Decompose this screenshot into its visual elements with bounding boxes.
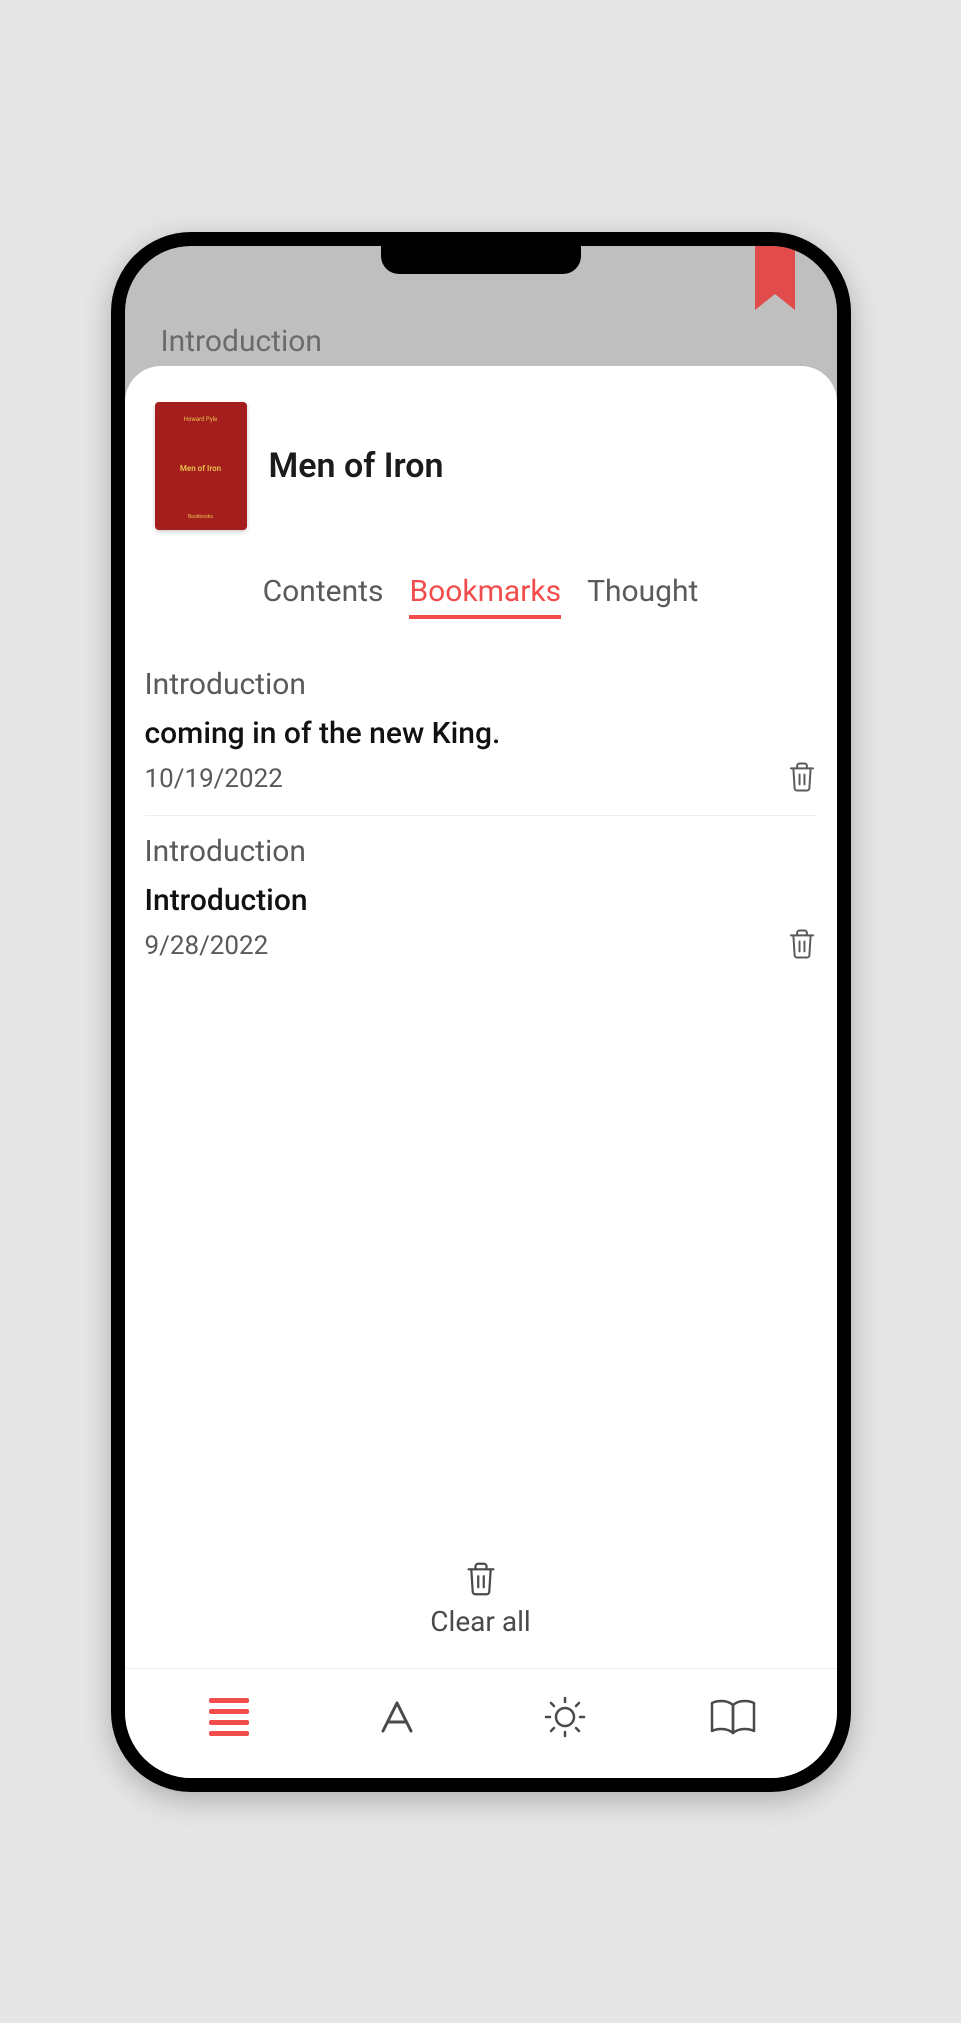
delete-bookmark-button[interactable] (787, 761, 817, 797)
toolbar-brightness-button[interactable] (538, 1690, 592, 1744)
bookmark-ribbon-icon[interactable] (753, 246, 797, 316)
bookmark-list[interactable]: Introduction coming in of the new King. … (125, 649, 837, 1541)
sun-icon (542, 1694, 588, 1740)
phone-frame: Introduction Howard Pyle Men of Iron Boo… (111, 232, 851, 1792)
toolbar-font-button[interactable] (370, 1690, 424, 1744)
open-book-icon (708, 1695, 758, 1739)
delete-bookmark-button[interactable] (787, 928, 817, 964)
trash-icon (464, 1561, 498, 1597)
tab-bookmarks[interactable]: Bookmarks (409, 574, 561, 619)
list-icon (209, 1698, 249, 1736)
clear-all-label: Clear all (430, 1605, 530, 1638)
bookmark-date: 9/28/2022 (145, 931, 269, 961)
cover-title: Men of Iron (180, 464, 221, 473)
screen: Introduction Howard Pyle Men of Iron Boo… (125, 246, 837, 1778)
bottom-toolbar (125, 1668, 837, 1778)
bookmark-chapter: Introduction (145, 667, 817, 702)
bookmark-item[interactable]: Introduction Introduction 9/28/2022 (145, 816, 817, 982)
tabs: Contents Bookmarks Thought (125, 550, 837, 649)
trash-icon (787, 761, 817, 793)
bookmark-item[interactable]: Introduction coming in of the new King. … (145, 649, 817, 816)
cover-publisher: Bookbooks (188, 514, 213, 520)
trash-icon (787, 928, 817, 960)
clear-all-button[interactable]: Clear all (125, 1541, 837, 1668)
bookmarks-sheet: Howard Pyle Men of Iron Bookbooks Men of… (125, 366, 837, 1778)
tab-thought[interactable]: Thought (587, 574, 698, 619)
toolbar-contents-button[interactable] (202, 1690, 256, 1744)
toolbar-reading-button[interactable] (706, 1690, 760, 1744)
background-chapter-title: Introduction (161, 324, 322, 359)
bookmark-date: 10/19/2022 (145, 764, 283, 794)
cover-author: Howard Pyle (184, 416, 218, 423)
notch (381, 246, 581, 274)
book-header: Howard Pyle Men of Iron Bookbooks Men of… (125, 366, 837, 550)
bookmark-snippet: Introduction (145, 883, 817, 918)
book-title: Men of Iron (269, 446, 444, 486)
bookmark-chapter: Introduction (145, 834, 817, 869)
font-icon (375, 1695, 419, 1739)
bookmark-snippet: coming in of the new King. (145, 716, 817, 751)
tab-contents[interactable]: Contents (263, 574, 384, 619)
book-cover[interactable]: Howard Pyle Men of Iron Bookbooks (155, 402, 247, 530)
